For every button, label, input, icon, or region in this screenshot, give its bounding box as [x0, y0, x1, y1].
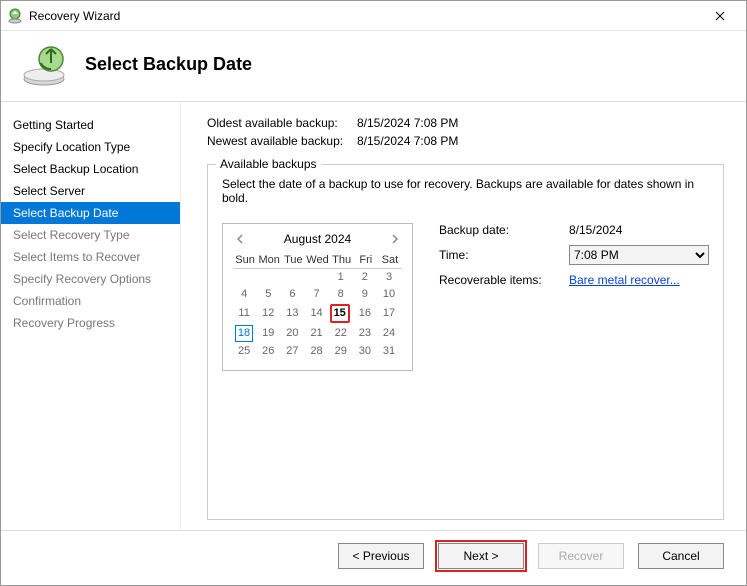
oldest-backup-label: Oldest available backup:	[207, 116, 357, 130]
calendar-day[interactable]: 5	[257, 286, 281, 303]
calendar-day[interactable]: 26	[257, 343, 281, 360]
calendar-day[interactable]: 27	[281, 343, 305, 360]
calendar-day[interactable]: 4	[233, 286, 257, 303]
newest-backup-label: Newest available backup:	[207, 134, 357, 148]
sidebar-step-1[interactable]: Specify Location Type	[1, 136, 180, 158]
calendar-day[interactable]: 19	[257, 324, 281, 343]
calendar-day[interactable]: 11	[233, 303, 257, 324]
calendar-day	[305, 269, 329, 287]
calendar-day	[257, 269, 281, 287]
app-icon	[7, 8, 23, 24]
backup-date-value: 8/15/2024	[569, 223, 709, 237]
calendar-day	[233, 269, 257, 287]
sidebar-step-4: Select Backup Date	[1, 202, 180, 224]
calendar-day[interactable]: 22	[330, 324, 354, 343]
calendar-day[interactable]: 3	[378, 269, 402, 287]
newest-backup-row: Newest available backup: 8/15/2024 7:08 …	[207, 134, 724, 148]
sidebar-step-2[interactable]: Select Backup Location	[1, 158, 180, 180]
calendar-day[interactable]: 21	[305, 324, 329, 343]
calendar-body: 1234567891011121314151617181920212223242…	[233, 269, 402, 361]
calendar-dow: Mon	[257, 252, 281, 269]
calendar-day	[281, 269, 305, 287]
calendar-day[interactable]: 10	[378, 286, 402, 303]
footer: < Previous Next > Recover Cancel	[1, 530, 746, 585]
sidebar-step-7: Specify Recovery Options	[1, 268, 180, 290]
page-title: Select Backup Date	[85, 54, 252, 75]
calendar-day[interactable]: 20	[281, 324, 305, 343]
available-backups-group: Available backups Select the date of a b…	[207, 164, 724, 520]
calendar-day[interactable]: 12	[257, 303, 281, 324]
oldest-backup-row: Oldest available backup: 8/15/2024 7:08 …	[207, 116, 724, 130]
calendar-month-label: August 2024	[284, 232, 351, 246]
oldest-backup-value: 8/15/2024 7:08 PM	[357, 116, 458, 130]
calendar-day[interactable]: 31	[378, 343, 402, 360]
available-backups-hint: Select the date of a backup to use for r…	[222, 177, 709, 205]
calendar-day[interactable]: 16	[354, 303, 378, 324]
calendar-dow: Sun	[233, 252, 257, 269]
calendar-dow: Thu	[330, 252, 354, 269]
calendar-day[interactable]: 13	[281, 303, 305, 324]
window-title: Recovery Wizard	[29, 9, 700, 23]
recover-button: Recover	[538, 543, 624, 569]
calendar-dow: Tue	[281, 252, 305, 269]
newest-backup-value: 8/15/2024 7:08 PM	[357, 134, 458, 148]
calendar-day[interactable]: 17	[378, 303, 402, 324]
calendar-day[interactable]: 15	[330, 303, 354, 324]
recoverable-items-label: Recoverable items:	[439, 273, 569, 287]
calendar-dow: Wed	[305, 252, 329, 269]
calendar-day[interactable]: 25	[233, 343, 257, 360]
calendar-day[interactable]: 30	[354, 343, 378, 360]
calendar-dow: Fri	[354, 252, 378, 269]
calendar-day[interactable]: 18	[233, 324, 257, 343]
header: Select Backup Date	[1, 31, 746, 101]
calendar-day[interactable]: 7	[305, 286, 329, 303]
calendar-day[interactable]: 28	[305, 343, 329, 360]
calendar-prev-month[interactable]	[233, 232, 247, 246]
calendar-day[interactable]: 6	[281, 286, 305, 303]
close-button[interactable]	[700, 2, 740, 30]
recoverable-items-link[interactable]: Bare metal recover...	[569, 273, 680, 287]
calendar-day[interactable]: 2	[354, 269, 378, 287]
calendar[interactable]: August 2024 SunMonTueWedThuFriSat 123456…	[222, 223, 413, 371]
next-button[interactable]: Next >	[438, 543, 524, 569]
calendar-day[interactable]: 14	[305, 303, 329, 324]
calendar-day[interactable]: 23	[354, 324, 378, 343]
calendar-dow-row: SunMonTueWedThuFriSat	[233, 252, 402, 269]
sidebar-step-9: Recovery Progress	[1, 312, 180, 334]
sidebar: Getting StartedSpecify Location TypeSele…	[1, 102, 181, 530]
sidebar-step-5: Select Recovery Type	[1, 224, 180, 246]
body: Getting StartedSpecify Location TypeSele…	[1, 102, 746, 530]
wizard-icon	[21, 41, 67, 87]
calendar-day[interactable]: 24	[378, 324, 402, 343]
sidebar-step-8: Confirmation	[1, 290, 180, 312]
sidebar-step-6: Select Items to Recover	[1, 246, 180, 268]
backup-date-label: Backup date:	[439, 223, 569, 237]
calendar-day[interactable]: 8	[330, 286, 354, 303]
calendar-day[interactable]: 9	[354, 286, 378, 303]
calendar-next-month[interactable]	[388, 232, 402, 246]
calendar-dow: Sat	[378, 252, 402, 269]
backup-time-label: Time:	[439, 248, 569, 262]
calendar-day[interactable]: 29	[330, 343, 354, 360]
sidebar-step-0[interactable]: Getting Started	[1, 114, 180, 136]
main: Oldest available backup: 8/15/2024 7:08 …	[181, 102, 746, 530]
previous-button[interactable]: < Previous	[338, 543, 424, 569]
available-backups-legend: Available backups	[216, 157, 321, 171]
cancel-button[interactable]: Cancel	[638, 543, 724, 569]
sidebar-step-3[interactable]: Select Server	[1, 180, 180, 202]
calendar-day[interactable]: 1	[330, 269, 354, 287]
backup-details: Backup date: 8/15/2024 Time: 7:08 PM	[439, 223, 709, 371]
titlebar: Recovery Wizard	[1, 1, 746, 31]
recovery-wizard-window: Recovery Wizard Select Backup Date Getti…	[0, 0, 747, 586]
calendar-grid: SunMonTueWedThuFriSat 123456789101112131…	[233, 252, 402, 360]
backup-time-select[interactable]: 7:08 PM	[569, 245, 709, 265]
